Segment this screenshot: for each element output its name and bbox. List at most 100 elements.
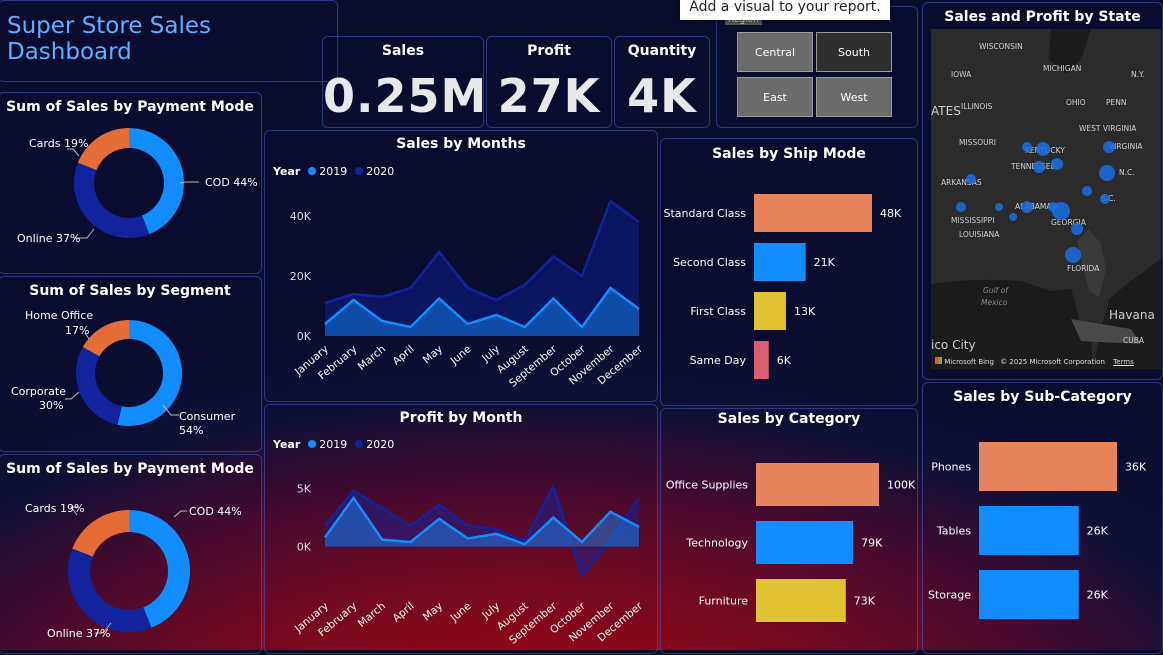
bar-technology[interactable] (756, 521, 854, 564)
bar-value-label: 48K (880, 207, 902, 220)
bar-first-class[interactable] (754, 292, 786, 330)
donut-slice-home-office[interactable] (82, 320, 129, 357)
bar-value-label: 6K (777, 354, 792, 367)
region-option-east[interactable]: East (737, 77, 813, 117)
donut-slice-online[interactable] (73, 162, 150, 238)
kpi-profit-value: 27K (497, 69, 601, 123)
profit-by-month-chart[interactable]: 5K0KJanuaryFebruaryMarch April May June July… (265, 405, 659, 655)
segment-label-home: Home Office (25, 309, 94, 322)
bar-category-label: Furniture (699, 595, 749, 608)
bar-phones[interactable] (979, 442, 1117, 491)
donut-slices-3 (68, 510, 190, 632)
sales-by-months-chart[interactable]: 40K20K0KJanuaryFebruaryMarch April May June… (265, 131, 659, 403)
bar-second-class[interactable] (754, 243, 806, 281)
bar-same-day[interactable] (754, 341, 769, 379)
payment-donut-2[interactable] (0, 455, 263, 655)
state-bubble[interactable] (1100, 194, 1110, 204)
leader-line (67, 148, 80, 157)
state-bubble[interactable] (1052, 202, 1070, 220)
segment-label-corp-pct: 30% (39, 399, 64, 412)
segment-donut[interactable] (0, 277, 263, 453)
donut-slice-online[interactable] (68, 548, 152, 632)
state-bubble[interactable] (1021, 201, 1033, 213)
bar-category-label: Storage (928, 589, 971, 602)
state-bubble[interactable] (1099, 165, 1115, 181)
region-option-west[interactable]: West (816, 77, 892, 117)
state-bubble[interactable] (1036, 142, 1050, 156)
region-option-south[interactable]: South (816, 32, 892, 72)
state-bubble[interactable] (1082, 186, 1092, 196)
map-place-label: MICHIGAN (1043, 64, 1081, 73)
y-tick-label: 0K (297, 541, 312, 554)
sub-category-panel[interactable]: Sales by Sub-Category Phones 36K Tables 26K… (922, 382, 1163, 654)
map-panel[interactable]: Sales and Profit by State WISCONSIN MICHI… (922, 2, 1163, 380)
map-footer: Microsoft Bing © 2025 Microsoft Corporat… (935, 357, 1134, 366)
bar-office-supplies[interactable] (756, 463, 879, 506)
map-title: Sales and Profit by State (944, 9, 1141, 25)
bar-tables[interactable] (979, 506, 1079, 555)
ship-mode-chart[interactable]: Standard Class 48K Second Class 21K First Cl… (661, 139, 919, 407)
bar-category-label: First Class (690, 305, 746, 318)
donut3-label-online: Online 37% (47, 627, 111, 640)
state-bubble[interactable] (1051, 158, 1063, 170)
region-option-central[interactable]: Central (737, 32, 813, 72)
category-panel[interactable]: Sales by Category Office Supplies 100K Tec… (660, 408, 918, 654)
state-bubble[interactable] (1022, 142, 1032, 152)
kpi-quantity-card[interactable]: Quantity 4K (614, 36, 710, 128)
bar-value-label: 36K (1125, 461, 1147, 474)
kpi-profit-label: Profit (527, 43, 571, 59)
map-place-label: ico City (931, 338, 976, 352)
state-bubble[interactable] (1009, 213, 1017, 221)
map-place-label: IOWA (951, 70, 972, 79)
map-place-label: OHIO (1066, 98, 1086, 107)
profit-by-month-panel[interactable]: Profit by Month Year 2019 2020 5K 0K Janua… (264, 404, 658, 654)
region-slicer[interactable]: Region Central South East West (716, 6, 918, 128)
add-visual-tooltip: Add a visual to your report. (680, 0, 890, 20)
bar-category-label: Tables (936, 525, 971, 538)
sales-by-months-panel[interactable]: Sales by Months Year 2019 2020 40K 20K 0K J… (264, 130, 658, 402)
bar-furniture[interactable] (756, 579, 846, 622)
category-chart[interactable]: Office Supplies 100K Technology 79K Furnitur… (661, 409, 919, 655)
kpi-quantity-value: 4K (627, 69, 697, 123)
state-bubble[interactable] (956, 202, 966, 212)
tooltip-text: Add a visual to your report. (689, 0, 881, 15)
bar-value-label: 13K (794, 305, 816, 318)
leader-line (173, 510, 187, 518)
state-bubble[interactable] (966, 174, 976, 184)
map-place-label: ILLINOIS (961, 102, 993, 111)
donut-slice-cards[interactable] (72, 510, 129, 557)
segment-label-home-pct: 17% (65, 324, 90, 337)
map-gulf (931, 279, 1093, 369)
sub-category-chart[interactable]: Phones 36K Tables 26K Storage 26K (923, 383, 1163, 655)
bar-category-label: Phones (931, 461, 971, 474)
state-bubble[interactable] (1033, 161, 1045, 173)
bar-category-label: Technology (685, 537, 748, 550)
donut3-label-cod: COD 44% (189, 505, 242, 518)
header-panel: Super Store Sales Dashboard (0, 0, 338, 82)
kpi-quantity-label: Quantity (627, 43, 697, 59)
x-tick-label: May (421, 343, 445, 366)
state-bubble[interactable] (1103, 141, 1115, 153)
payment-donut-panel-1[interactable]: Sum of Sales by Payment Mode Cards 19% C… (0, 92, 262, 274)
leader-line (179, 181, 199, 184)
map-place-label: N.Y. (1131, 70, 1144, 79)
bar-category-label: Second Class (673, 256, 746, 269)
state-bubble[interactable] (995, 203, 1003, 211)
bar-standard-class[interactable] (754, 194, 872, 232)
segment-label-corp: Corporate (11, 385, 66, 398)
leader-line (65, 391, 80, 400)
payment-donut-panel-2[interactable]: Sum of Sales by Payment Mode Cards 19% C… (0, 454, 262, 654)
us-map[interactable]: WISCONSIN MICHIGAN IOWA N.Y. ILLINOIS OHIO PEN… (931, 29, 1161, 369)
map-place-label: N.C. (1119, 168, 1135, 177)
ship-mode-panel[interactable]: Sales by Ship Mode Standard Class 48K Seco… (660, 138, 918, 406)
segment-donut-panel[interactable]: Sum of Sales by Segment Home Office 17% … (0, 276, 262, 452)
donut3-label-cards: Cards 19% (25, 502, 85, 515)
kpi-profit-card[interactable]: Profit 27K (486, 36, 612, 128)
map-terms-link[interactable]: Terms (1113, 358, 1134, 366)
state-bubble[interactable] (1065, 247, 1081, 263)
kpi-sales-card[interactable]: Sales 0.25M (322, 36, 486, 128)
bar-value-label: 26K (1087, 525, 1109, 538)
state-bubble[interactable] (1071, 223, 1083, 235)
donut-slice-corporate[interactable] (76, 346, 122, 425)
bar-storage[interactable] (979, 570, 1079, 619)
